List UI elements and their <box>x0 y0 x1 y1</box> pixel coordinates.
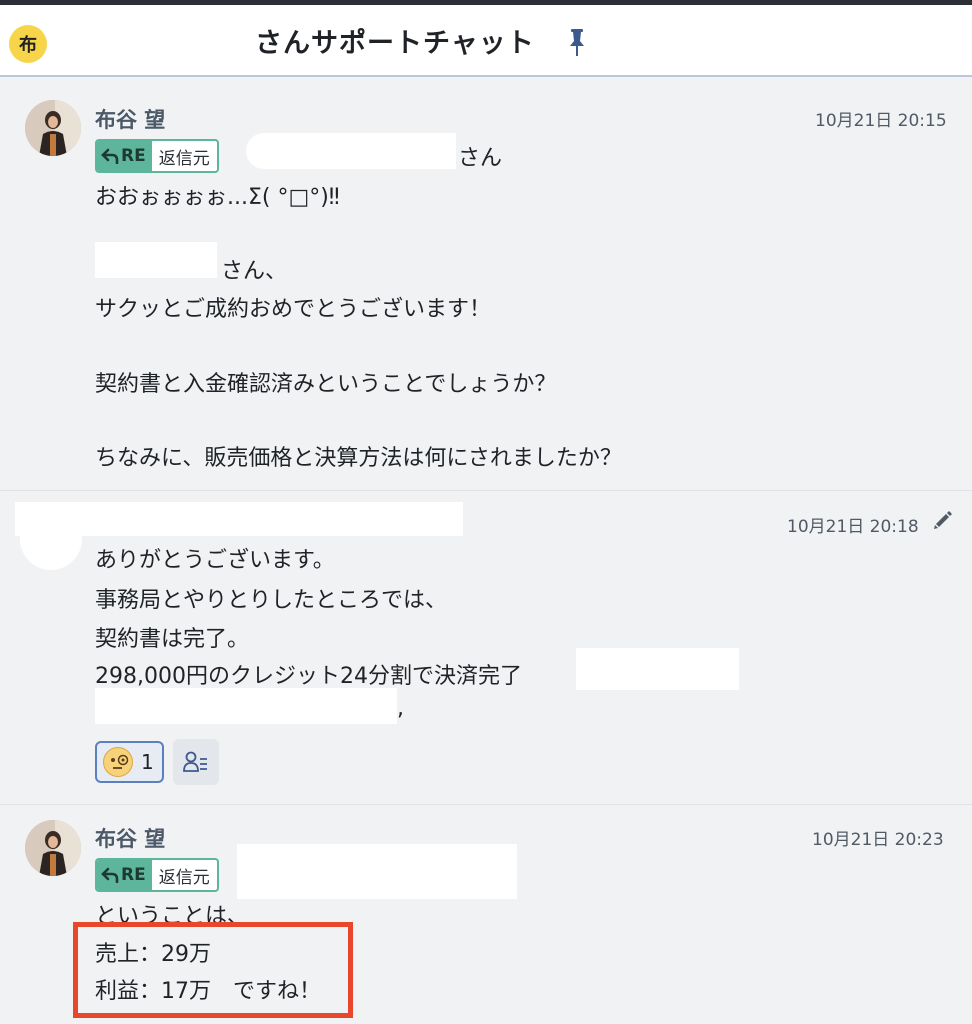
reply-badge[interactable]: RE 返信元 <box>95 858 219 892</box>
reaction-count: 1 <box>141 750 154 774</box>
message-list: 布谷 望 10月21日 20:15 RE 返信元 さん おおぉぉぉぉ...Σ( … <box>0 84 972 1024</box>
face-with-monocle-icon <box>103 747 133 777</box>
reply-label: 返信元 <box>158 867 210 888</box>
redacted-area <box>237 844 517 899</box>
redacted-area <box>15 502 463 536</box>
reply-label: 返信元 <box>158 148 210 169</box>
redacted-area <box>54 19 259 63</box>
message-line: 298,000円のクレジット24分割で決済完了 <box>95 664 522 689</box>
message-timestamp: 10月21日 20:23 <box>812 830 944 850</box>
message-line: ちなみに、販売価格と決算方法は何にされましたか？ <box>95 446 622 471</box>
sender-name[interactable]: 布谷 望 <box>95 823 165 853</box>
message-line: 契約書は完了。 <box>95 627 250 652</box>
highlight-annotation <box>73 922 353 1018</box>
avatar-photo-icon <box>25 820 81 876</box>
reply-suffix: さん <box>458 146 503 171</box>
message-line: おおぉぉぉぉ...Σ( °□°)‼ <box>95 185 340 210</box>
message-line: さん、 <box>221 259 288 284</box>
room-title: さんサポートチャット <box>255 28 535 59</box>
message-timestamp: 10月21日 20:18 <box>787 517 919 537</box>
pin-icon[interactable] <box>566 27 588 57</box>
user-list-icon <box>183 751 207 772</box>
reaction-users-button[interactable] <box>173 739 219 785</box>
room-avatar[interactable]: 布 <box>9 25 47 63</box>
reaction-button[interactable]: 1 <box>95 741 164 783</box>
message-line: ありがとうございます。 <box>95 548 335 573</box>
message-separator <box>0 490 972 491</box>
sender-avatar[interactable] <box>25 820 81 876</box>
sender-avatar[interactable] <box>25 100 81 156</box>
reply-tag-text: RE <box>121 146 146 166</box>
redacted-area <box>576 648 739 690</box>
chat-header: 布 さんサポートチャット <box>0 5 972 77</box>
message-separator <box>0 804 972 805</box>
avatar-photo-icon <box>25 100 81 156</box>
reply-tag-text: RE <box>121 865 146 885</box>
reply-tag: RE <box>97 860 152 890</box>
redacted-area <box>95 242 217 278</box>
message-line: 事務局とやりとりしたところでは、 <box>95 588 448 613</box>
message-line: , <box>397 696 404 721</box>
pencil-icon[interactable] <box>932 509 954 531</box>
redacted-avatar <box>20 532 82 570</box>
message-line: 契約書と入金確認済みということでしょうか？ <box>95 372 557 397</box>
message-line: サクッとご成約おめでとうございます！ <box>95 297 492 322</box>
redacted-area <box>95 688 397 724</box>
reply-tag: RE <box>97 141 152 171</box>
reply-arrow-icon <box>101 148 119 164</box>
reply-arrow-icon <box>101 867 119 883</box>
reply-badge[interactable]: RE 返信元 <box>95 139 219 173</box>
redacted-area <box>246 133 456 169</box>
sender-name[interactable]: 布谷 望 <box>95 104 165 134</box>
message-timestamp: 10月21日 20:15 <box>815 111 947 131</box>
